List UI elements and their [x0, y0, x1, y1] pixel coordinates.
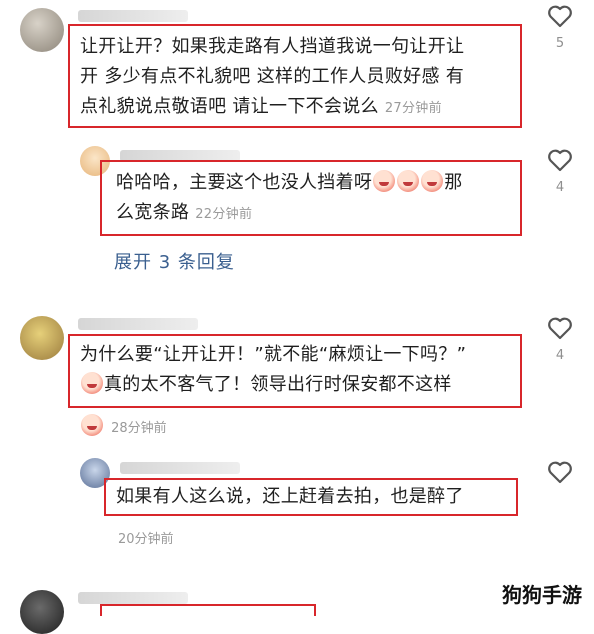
watermark: 狗狗手游	[496, 577, 588, 610]
username-placeholder	[78, 10, 188, 22]
comment-line: 点礼貌说点敬语吧 请让一下不会说么	[80, 96, 379, 117]
comment-line-with-time: 么宽条路 22分钟前	[116, 198, 516, 230]
comment-line: 真的太不客气了！领导出行时保安都不这样	[104, 374, 452, 395]
comment-time: 27分钟前	[384, 101, 442, 116]
comment-text: 为什么要“让开让开！”就不能“麻烦让一下吗？” 真的太不客气了！领导出行时保安都…	[80, 340, 520, 400]
crying-laugh-emoji-icon	[373, 170, 396, 192]
heart-outline-icon	[548, 149, 572, 172]
comment-line-with-time: 点礼貌说点敬语吧 请让一下不会说么 27分钟前	[80, 92, 520, 124]
like-button[interactable]: 5	[540, 4, 580, 51]
crying-laugh-emoji-icon	[397, 170, 420, 192]
comment-line-with-emoji: 哈哈哈，主要这个也没人挡着呀 那	[116, 168, 516, 198]
comment-time: 28分钟前	[111, 421, 167, 436]
like-button[interactable]: 4	[540, 316, 580, 363]
heart-outline-icon	[548, 5, 572, 28]
comment-time: 20分钟前	[118, 532, 174, 547]
username-placeholder	[120, 462, 240, 474]
heart-outline-icon	[548, 461, 572, 484]
comment-line: 么宽条路	[116, 202, 190, 223]
crying-laugh-emoji-icon	[421, 170, 444, 192]
avatar[interactable]	[20, 590, 64, 634]
like-count: 5	[555, 36, 565, 51]
comment-line: 那	[444, 172, 463, 193]
avatar[interactable]	[20, 316, 64, 360]
comment-line-with-emoji: 真的太不客气了！领导出行时保安都不这样	[80, 370, 520, 400]
comment-text: 如果有人这么说，还上赶着去拍，也是醉了	[116, 482, 516, 512]
comment-text: 让开让开？如果我走路有人挡道我说一句让开让 开 多少有点不礼貌吧 这样的工作人员…	[80, 32, 520, 124]
comment-line: 开 多少有点不礼貌吧 这样的工作人员败好感 有	[80, 66, 465, 87]
comment-text: 哈哈哈，主要这个也没人挡着呀 那 么宽条路 22分钟前	[116, 168, 516, 230]
like-count: 4	[555, 348, 565, 363]
comment-meta: 28分钟前	[80, 414, 167, 436]
heart-outline-icon	[548, 317, 572, 340]
comment-time: 22分钟前	[195, 207, 253, 222]
comment-line: 为什么要“让开让开！”就不能“麻烦让一下吗？”	[80, 344, 467, 365]
comment-line: 哈哈哈，主要这个也没人挡着呀	[116, 172, 373, 193]
username-placeholder	[78, 318, 198, 330]
like-button[interactable]	[540, 460, 580, 484]
expand-replies-link[interactable]: 展开 3 条回复	[114, 248, 235, 274]
comment-line: 让开让开？如果我走路有人挡道我说一句让开让	[80, 36, 465, 57]
highlight-box	[100, 604, 316, 616]
like-count: 4	[555, 180, 565, 195]
username-placeholder	[78, 592, 188, 604]
comment-line: 如果有人这么说，还上赶着去拍，也是醉了	[116, 486, 464, 507]
like-button[interactable]: 4	[540, 148, 580, 195]
crying-laugh-emoji-icon	[81, 414, 103, 436]
crying-laugh-emoji-icon	[81, 372, 103, 394]
avatar[interactable]	[20, 8, 64, 52]
